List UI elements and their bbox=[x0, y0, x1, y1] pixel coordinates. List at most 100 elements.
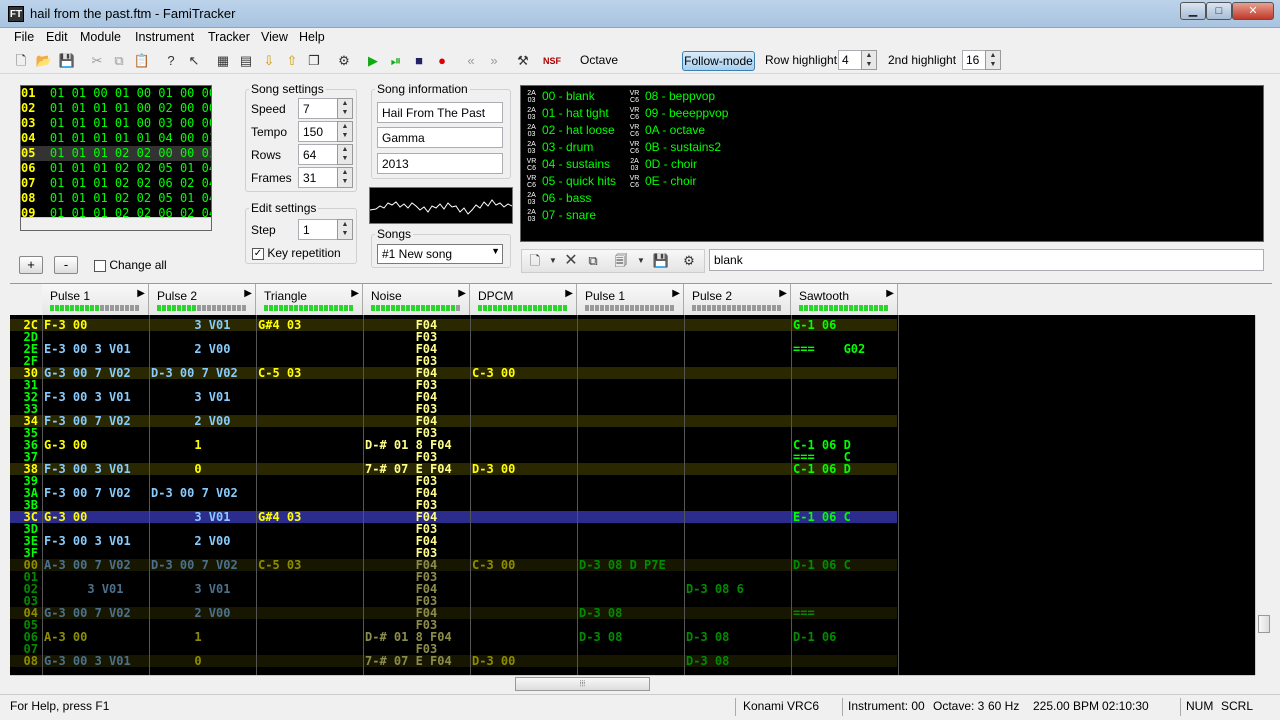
pattern-cell[interactable]: G-3 00 bbox=[44, 511, 87, 523]
remove-frame-button[interactable]: - bbox=[54, 256, 78, 274]
pattern-cell[interactable]: D-3 00 7 V02 bbox=[151, 367, 238, 379]
channel-arrow-icon[interactable]: ▶ bbox=[672, 288, 680, 299]
second-highlight-input[interactable]: 16 bbox=[962, 50, 986, 70]
record-icon[interactable]: ● bbox=[433, 52, 451, 70]
pattern-cell[interactable]: 2 V00 bbox=[151, 415, 230, 427]
pattern-cell[interactable]: 3 V01 bbox=[151, 319, 230, 331]
row-highlight-spinner[interactable]: ▲ ▼ bbox=[861, 50, 877, 70]
duplicate-frame-icon[interactable]: ❐ bbox=[305, 52, 323, 70]
new-instrument-icon[interactable]: 🗋 bbox=[526, 252, 544, 270]
frame-row[interactable]: 01 01 01 00 01 00 01 00 00 bbox=[21, 86, 211, 101]
pattern-cell[interactable]: 3 V01 bbox=[151, 583, 230, 595]
remove-instrument-icon[interactable]: ✕ bbox=[562, 252, 580, 270]
instrument-item[interactable]: 2A 03 07 - snare bbox=[523, 207, 596, 224]
pattern-cell[interactable]: G#4 03 bbox=[258, 511, 301, 523]
frame-row[interactable]: 04 01 01 01 01 01 04 00 01 bbox=[21, 131, 211, 146]
pattern-cell[interactable]: A-3 00 7 V02 bbox=[44, 559, 131, 571]
rows-spinner[interactable]: ▲ ▼ bbox=[337, 144, 353, 165]
instrument-item[interactable]: VR C6 04 - sustains bbox=[523, 156, 610, 173]
second-highlight-spinner[interactable]: ▲ ▼ bbox=[985, 50, 1001, 70]
minimize-button[interactable]: ▁ bbox=[1180, 2, 1206, 20]
pattern-cell[interactable]: G-3 00 3 V01 bbox=[44, 655, 131, 667]
save-icon[interactable]: 💾 bbox=[58, 52, 76, 70]
pattern-row[interactable]: 06 A-3 00 1 D-# 01 8 F04 D-3 08 D-3 08 D-1 06 bbox=[10, 631, 897, 643]
instrument-item[interactable]: 2A 03 01 - hat tight bbox=[523, 105, 609, 122]
tempo-spinner[interactable]: ▲ ▼ bbox=[337, 121, 353, 142]
instrument-item[interactable]: VR C6 0E - choir bbox=[626, 173, 697, 190]
pattern-cell[interactable]: C-3 00 bbox=[472, 559, 515, 571]
stop-icon[interactable]: ■ bbox=[410, 52, 428, 70]
pattern-row[interactable]: 35 F03 bbox=[10, 427, 897, 439]
new-file-icon[interactable]: 🗋 bbox=[12, 52, 30, 70]
pattern-row[interactable]: 37 F03 === C bbox=[10, 451, 897, 463]
pattern-row[interactable]: 3B F03 bbox=[10, 499, 897, 511]
menu-view[interactable]: View bbox=[261, 30, 288, 44]
pattern-cell[interactable]: 2 V00 bbox=[151, 535, 230, 547]
frames-spinner[interactable]: ▲ ▼ bbox=[337, 167, 353, 188]
pattern-cell[interactable]: 2 V00 bbox=[151, 343, 230, 355]
close-button[interactable]: ✕ bbox=[1232, 2, 1274, 20]
move-frame-up-icon[interactable]: ⇧ bbox=[283, 52, 301, 70]
instrument-list[interactable]: 2A 03 00 - blank 2A 03 01 - hat tight 2A 03 02 -… bbox=[520, 85, 1264, 242]
pattern-cell[interactable]: D-1 06 C bbox=[793, 559, 851, 571]
insert-frame-icon[interactable]: ▦ bbox=[214, 52, 232, 70]
pattern-cell[interactable]: D-3 08 6 bbox=[686, 583, 744, 595]
sample-graph[interactable] bbox=[369, 187, 513, 224]
menu-module[interactable]: Module bbox=[80, 30, 121, 44]
cut-icon[interactable]: ✂ bbox=[88, 52, 106, 70]
pattern-row[interactable]: 38 F-3 00 3 V01 0 7-# 07 E F04 D-3 00 C-1 06… bbox=[10, 463, 897, 475]
pattern-cell[interactable]: E-1 06 C bbox=[793, 511, 851, 523]
menu-instrument[interactable]: Instrument bbox=[135, 30, 194, 44]
frame-row[interactable]: 06 01 01 01 02 02 05 01 04 bbox=[21, 161, 211, 176]
pattern-cell[interactable]: 0 bbox=[151, 463, 201, 475]
pattern-cell[interactable]: F-3 00 3 V01 bbox=[44, 391, 131, 403]
pattern-cell[interactable]: D-3 08 bbox=[579, 631, 622, 643]
frame-list[interactable]: 01 01 01 00 01 00 01 00 00 02 01 01 01 01… bbox=[20, 85, 212, 231]
channel-arrow-icon[interactable]: ▶ bbox=[779, 288, 787, 299]
channel-header-item[interactable]: Pulse 2 ▶ bbox=[684, 284, 791, 316]
open-file-icon[interactable]: 📂 bbox=[35, 52, 53, 70]
pattern-cell[interactable]: D-3 08 D P7E bbox=[579, 559, 666, 571]
pattern-row[interactable]: 36 G-3 00 1 D-# 01 8 F04 C-1 06 D bbox=[10, 439, 897, 451]
channel-arrow-icon[interactable]: ▶ bbox=[886, 288, 894, 299]
step-spinner[interactable]: ▲ ▼ bbox=[337, 219, 353, 240]
move-frame-down-icon[interactable]: ⇩ bbox=[260, 52, 278, 70]
pattern-row[interactable]: 32 F-3 00 3 V01 3 V01 F04 bbox=[10, 391, 897, 403]
pattern-row[interactable]: 03 F03 bbox=[10, 595, 897, 607]
hscroll-thumb[interactable]: ⦙⦙⦙ bbox=[515, 677, 650, 691]
channel-header-item[interactable]: DPCM ▶ bbox=[470, 284, 577, 316]
pattern-row[interactable]: 3C G-3 00 3 V01 G#4 03 F04 E-1 06 C bbox=[10, 511, 897, 523]
pattern-row[interactable]: 3D F03 bbox=[10, 523, 897, 535]
pattern-cell[interactable]: 3 V01 bbox=[44, 583, 123, 595]
pattern-row[interactable]: 2F F03 bbox=[10, 355, 897, 367]
pattern-cell[interactable]: F-3 00 3 V01 bbox=[44, 463, 131, 475]
channel-header-item[interactable]: Triangle ▶ bbox=[256, 284, 363, 316]
pattern-cell[interactable]: C-5 03 bbox=[258, 559, 301, 571]
instrument-item[interactable]: VR C6 09 - beeeppvop bbox=[626, 105, 729, 122]
pattern-cell[interactable]: 3 V01 bbox=[151, 391, 230, 403]
pattern-row[interactable]: 31 F03 bbox=[10, 379, 897, 391]
instrument-item[interactable]: VR C6 05 - quick hits bbox=[523, 173, 616, 190]
vscroll-thumb[interactable] bbox=[1258, 615, 1270, 633]
instrument-item[interactable]: 2A 03 03 - drum bbox=[523, 139, 593, 156]
pattern-cell[interactable]: C-1 06 D bbox=[793, 463, 851, 475]
chevron-down-icon[interactable]: ▼ bbox=[544, 252, 562, 270]
change-all-checkbox[interactable]: Change all bbox=[94, 258, 167, 272]
pattern-cell[interactable]: 0 bbox=[151, 655, 201, 667]
pattern-hscroll[interactable]: ⦙⦙⦙ bbox=[10, 675, 1255, 692]
menu-edit[interactable]: Edit bbox=[46, 30, 68, 44]
play-icon[interactable]: ▶ bbox=[364, 52, 382, 70]
pattern-cell[interactable]: D-3 08 bbox=[579, 607, 622, 619]
frame-row[interactable]: 02 01 01 01 01 00 02 00 00 bbox=[21, 101, 211, 116]
frame-list-hscroll[interactable] bbox=[21, 217, 211, 230]
pattern-row[interactable]: 3F F03 bbox=[10, 547, 897, 559]
frame-row[interactable]: 05 01 01 01 02 02 00 00 01 bbox=[21, 146, 211, 161]
instrument-item[interactable]: VR C6 0A - octave bbox=[626, 122, 705, 139]
pattern-row[interactable]: 39 F03 bbox=[10, 475, 897, 487]
pattern-row[interactable]: 07 F03 bbox=[10, 643, 897, 655]
pattern-row[interactable]: 00 A-3 00 7 V02 D-3 00 7 V02 C-5 03 F04 C-3 … bbox=[10, 559, 897, 571]
menu-help[interactable]: Help bbox=[299, 30, 325, 44]
pattern-cell[interactable]: 1 bbox=[151, 631, 201, 643]
pattern-cell[interactable]: G-3 00 7 V02 bbox=[44, 607, 131, 619]
instrument-item[interactable]: VR C6 08 - beppvop bbox=[626, 88, 715, 105]
